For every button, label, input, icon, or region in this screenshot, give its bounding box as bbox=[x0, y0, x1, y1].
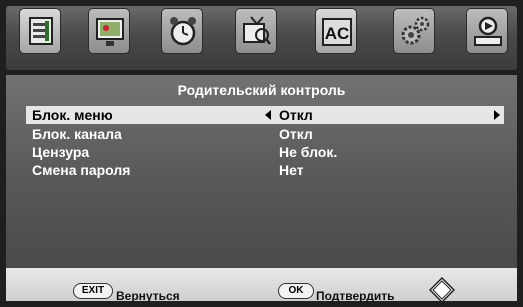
menu-row-value: Нет bbox=[279, 162, 304, 178]
menu-row-lock-channel[interactable]: Блок. канала Откл bbox=[26, 125, 504, 143]
menu-row-value: Откл bbox=[279, 107, 313, 123]
tab-setup[interactable] bbox=[393, 8, 435, 54]
ok-key-badge[interactable]: OK bbox=[278, 283, 314, 299]
menu-row-label: Блок. канала bbox=[32, 126, 122, 142]
menu-row-censorship[interactable]: Цензура Не блок. bbox=[26, 143, 504, 161]
menu-row-label: Смена пароля bbox=[32, 162, 131, 178]
tab-picture[interactable] bbox=[19, 8, 61, 54]
menu-row-label: Блок. меню bbox=[32, 107, 113, 123]
diamond-navigation-icon bbox=[429, 277, 455, 303]
ok-hint-label: Подтвердить bbox=[316, 289, 395, 303]
arrow-right-icon[interactable] bbox=[494, 110, 500, 120]
exit-hint-label: Вернуться bbox=[116, 289, 180, 303]
tab-media[interactable] bbox=[466, 8, 508, 54]
media-player-icon bbox=[474, 16, 502, 46]
menu-row-change-password[interactable]: Смена пароля Нет bbox=[26, 161, 504, 179]
menu-row-lock-menu[interactable]: Блок. меню Откл bbox=[26, 106, 504, 124]
page-title: Родительский контроль bbox=[177, 82, 346, 98]
arrow-left-icon[interactable] bbox=[265, 110, 271, 120]
svg-text:AC: AC bbox=[325, 24, 350, 43]
menu-row-value: Не блок. bbox=[279, 144, 338, 160]
channel-tv-icon bbox=[243, 16, 271, 45]
display-settings-icon bbox=[96, 18, 124, 46]
tab-display[interactable] bbox=[88, 8, 130, 54]
menu-row-value: Откл bbox=[279, 126, 313, 142]
gears-settings-icon bbox=[401, 16, 430, 45]
language-ac-icon: AC bbox=[322, 18, 352, 46]
tab-timer[interactable] bbox=[161, 8, 203, 54]
tab-language[interactable]: AC bbox=[315, 8, 357, 54]
menu-row-label: Цензура bbox=[32, 144, 90, 160]
alarm-clock-icon bbox=[170, 17, 196, 46]
tab-channel[interactable] bbox=[235, 8, 277, 54]
exit-key-badge[interactable]: EXIT bbox=[73, 283, 113, 299]
picture-menu-icon bbox=[29, 17, 53, 45]
